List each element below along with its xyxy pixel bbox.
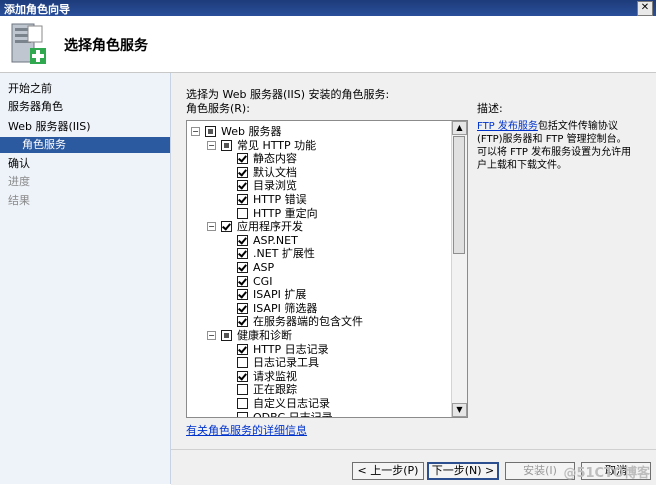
wizard-nav: 开始之前 服务器角色 Web 服务器(IIS) 角色服务 确认 进度 结果 [0, 73, 171, 484]
nav-item-progress: 进度 [8, 175, 30, 188]
collapse-toggle-icon[interactable]: − [191, 127, 200, 136]
tree-node-label: CGI [253, 274, 273, 288]
tree-node-label: 静态内容 [253, 152, 297, 166]
tree-node-label: ISAPI 筛选器 [253, 301, 318, 315]
tree-checkbox[interactable] [237, 357, 248, 369]
tree-node-label: 日志记录工具 [253, 356, 319, 370]
title-bar: 添加角色向导 ✕ [0, 0, 656, 16]
tree-node-label: HTTP 日志记录 [253, 342, 329, 356]
scroll-thumb[interactable] [453, 136, 465, 254]
tree-node-label: 常见 HTTP 功能 [237, 138, 317, 152]
tree-node-label: ASP.NET [253, 233, 298, 247]
description-text: 包括文件传输协议 [537, 121, 618, 132]
watermark: @51CTO博客 [563, 466, 650, 481]
tree-checkbox[interactable] [205, 126, 216, 137]
description-panel: 描述: FTP 发布服务包括文件传输协议 (FTP)服务器和 FTP 管理控制台… [477, 100, 647, 172]
tree-checkbox[interactable] [237, 166, 248, 178]
tree-node-label: HTTP 重定向 [253, 206, 318, 220]
tree-checkbox[interactable] [237, 289, 248, 301]
scroll-up-button[interactable]: ▲ [452, 121, 467, 135]
tree-checkbox[interactable] [237, 370, 248, 382]
collapse-toggle-icon[interactable]: − [207, 222, 216, 232]
tree-checkbox[interactable] [221, 139, 232, 151]
description-text: 户上载和下载文件。 [477, 160, 567, 171]
tree-checkbox[interactable] [237, 194, 248, 205]
tree-node-label: 默认文档 [253, 165, 297, 179]
tree-node-label: Web 服务器 [221, 125, 282, 138]
tree-checkbox[interactable] [221, 221, 232, 233]
tree-node-label: ODBC 日志记录 [253, 410, 333, 418]
tree-checkbox[interactable] [237, 262, 248, 273]
nav-item-confirmation[interactable]: 确认 [8, 156, 30, 172]
description-text: 可以将 FTP 发布服务设置为允许用 [477, 147, 632, 158]
tree-node-label: HTTP 错误 [253, 193, 307, 206]
nav-item-before-you-begin[interactable]: 开始之前 [8, 81, 52, 97]
tree-checkbox[interactable] [237, 207, 248, 219]
nav-item-web-server[interactable]: Web 服务器(IIS) [8, 119, 91, 135]
server-add-icon [8, 22, 48, 66]
tree-checkbox[interactable] [237, 180, 248, 192]
tree-checkbox[interactable] [237, 398, 248, 409]
tree-checkbox[interactable] [237, 153, 248, 165]
tree-checkbox[interactable] [237, 275, 248, 287]
tree-node-label: 自定义日志记录 [253, 397, 330, 410]
tree-checkbox[interactable] [237, 302, 248, 314]
next-button[interactable]: 下一步(N) > [427, 462, 499, 480]
tree-checkbox[interactable] [237, 234, 248, 246]
tree-node-label: .NET 扩展性 [253, 247, 315, 261]
main-panel: 选择为 Web 服务器(IIS) 安装的角色服务: 角色服务(R): − Web … [171, 73, 656, 449]
tree-node-label: 应用程序开发 [237, 220, 303, 234]
window-title: 添加角色向导 [4, 3, 70, 16]
tree-checkbox[interactable] [221, 330, 232, 341]
tree-label: 角色服务(R): [186, 102, 250, 115]
tree-node-label: 健康和诊断 [237, 329, 292, 342]
tree-checkbox[interactable] [237, 411, 248, 417]
page-title: 选择角色服务 [64, 38, 148, 54]
tree-node-label: ISAPI 扩展 [253, 288, 307, 302]
tree-node-label: 目录浏览 [253, 179, 297, 193]
nav-item-server-roles[interactable]: 服务器角色 [8, 99, 63, 115]
close-button[interactable]: ✕ [637, 1, 653, 16]
tree-node-label: 正在跟踪 [253, 383, 297, 397]
tree-checkbox[interactable] [237, 248, 248, 260]
role-services-tree[interactable]: − Web 服务器 − 常见 HTTP 功能 静态内容 默认文档 目录浏览 HTTP 错误 HT… [186, 120, 468, 418]
previous-button[interactable]: < 上一步(P) [352, 462, 424, 480]
tree-node-label: 在服务器端的包含文件 [253, 315, 363, 329]
nav-item-role-services[interactable]: 角色服务 [0, 137, 170, 153]
more-info-link[interactable]: 有关角色服务的详细信息 [186, 422, 307, 438]
tree-checkbox[interactable] [237, 316, 248, 328]
collapse-toggle-icon[interactable]: − [207, 140, 216, 150]
description-text: (FTP)服务器和 FTP 管理控制台。 [477, 134, 627, 145]
wizard-header: 选择角色服务 [0, 16, 656, 73]
nav-item-label: 角色服务 [22, 138, 66, 151]
scroll-down-button[interactable]: ▼ [452, 403, 467, 417]
tree-node-label: ASP [253, 261, 275, 274]
nav-item-results: 结果 [8, 194, 30, 207]
tree-checkbox[interactable] [237, 384, 248, 396]
description-label: 描述: [477, 102, 503, 115]
tree-node-label: 请求监视 [253, 369, 297, 383]
collapse-toggle-icon[interactable]: − [207, 331, 216, 340]
ftp-publishing-link[interactable]: FTP 发布服务 [477, 121, 538, 132]
tree-scrollbar[interactable]: ▲ ▼ [451, 121, 467, 417]
wizard-footer: < 上一步(P) 下一步(N) > 安装(I) 取消 @51CTO博客 [171, 449, 656, 485]
tree-checkbox[interactable] [237, 343, 248, 355]
